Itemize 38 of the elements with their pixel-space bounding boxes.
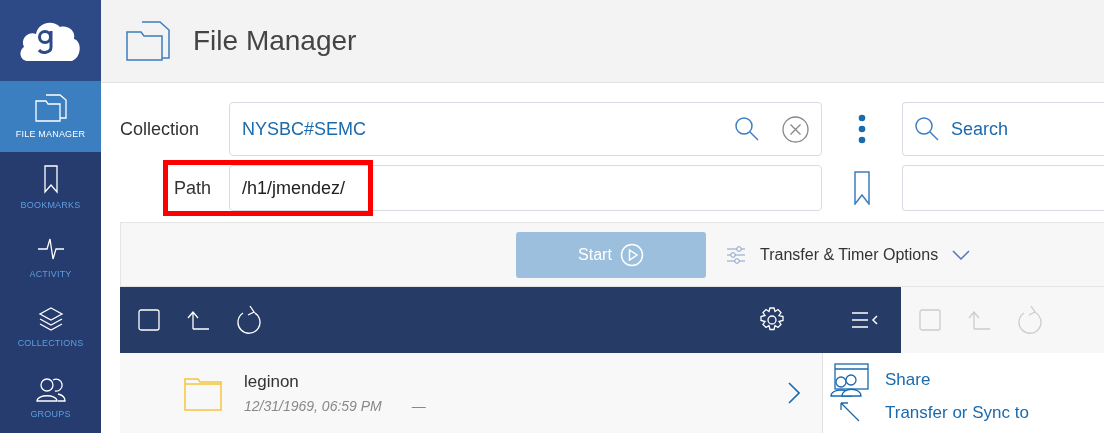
settings-icon[interactable] — [759, 307, 785, 333]
play-icon — [619, 242, 644, 267]
chevron-right-icon[interactable] — [788, 382, 800, 404]
action-link[interactable]: Transfer or Sync to — [885, 403, 1029, 423]
sliders-icon — [726, 244, 746, 265]
file-name: leginon — [244, 372, 300, 392]
path-field[interactable] — [902, 165, 1104, 211]
file-row[interactable]: leginon 12/31/1969, 06:59 PM — — [120, 353, 822, 433]
folder-icon — [184, 375, 222, 411]
bookmark-icon — [41, 163, 60, 194]
chevron-icon — [952, 249, 971, 260]
path-label: Path — [173, 177, 212, 199]
collection-label: Collection — [120, 118, 201, 140]
bookmark-icon[interactable] — [853, 171, 871, 205]
transfer-options-toggle[interactable]: Transfer & Timer Options — [726, 244, 971, 265]
search-icon — [914, 116, 940, 142]
layers-icon — [37, 306, 64, 333]
clear-icon[interactable] — [782, 115, 809, 143]
people-icon — [35, 376, 66, 403]
path-field[interactable]: /h1/jmendez/ — [229, 165, 822, 211]
sidebar-item[interactable]: COLLECTIONS — [0, 292, 101, 363]
sidebar-item[interactable]: ACTIVITY — [0, 221, 101, 293]
menu-icon[interactable] — [851, 311, 879, 329]
search-icon[interactable] — [734, 116, 760, 142]
sidebar-item[interactable]: FILE MANAGER — [0, 81, 101, 152]
collection-field[interactable]: NYSBC#SEMC — [229, 102, 822, 156]
action-link[interactable]: Share — [885, 370, 931, 390]
file-date: 12/31/1969, 06:59 PM — [244, 398, 382, 414]
file-size: — — [411, 398, 426, 414]
checkbox-icon[interactable] — [919, 309, 941, 331]
share-icon — [829, 363, 869, 397]
folders-icon — [33, 93, 68, 124]
sidebar-item[interactable]: GROUPS — [0, 362, 101, 433]
more-options-icon[interactable] — [858, 114, 866, 144]
page-title: File Manager — [193, 25, 357, 57]
search-field[interactable]: Search — [902, 102, 1104, 156]
sidebar-item[interactable]: BOOKMARKS — [0, 151, 101, 222]
folders-icon — [125, 20, 173, 62]
